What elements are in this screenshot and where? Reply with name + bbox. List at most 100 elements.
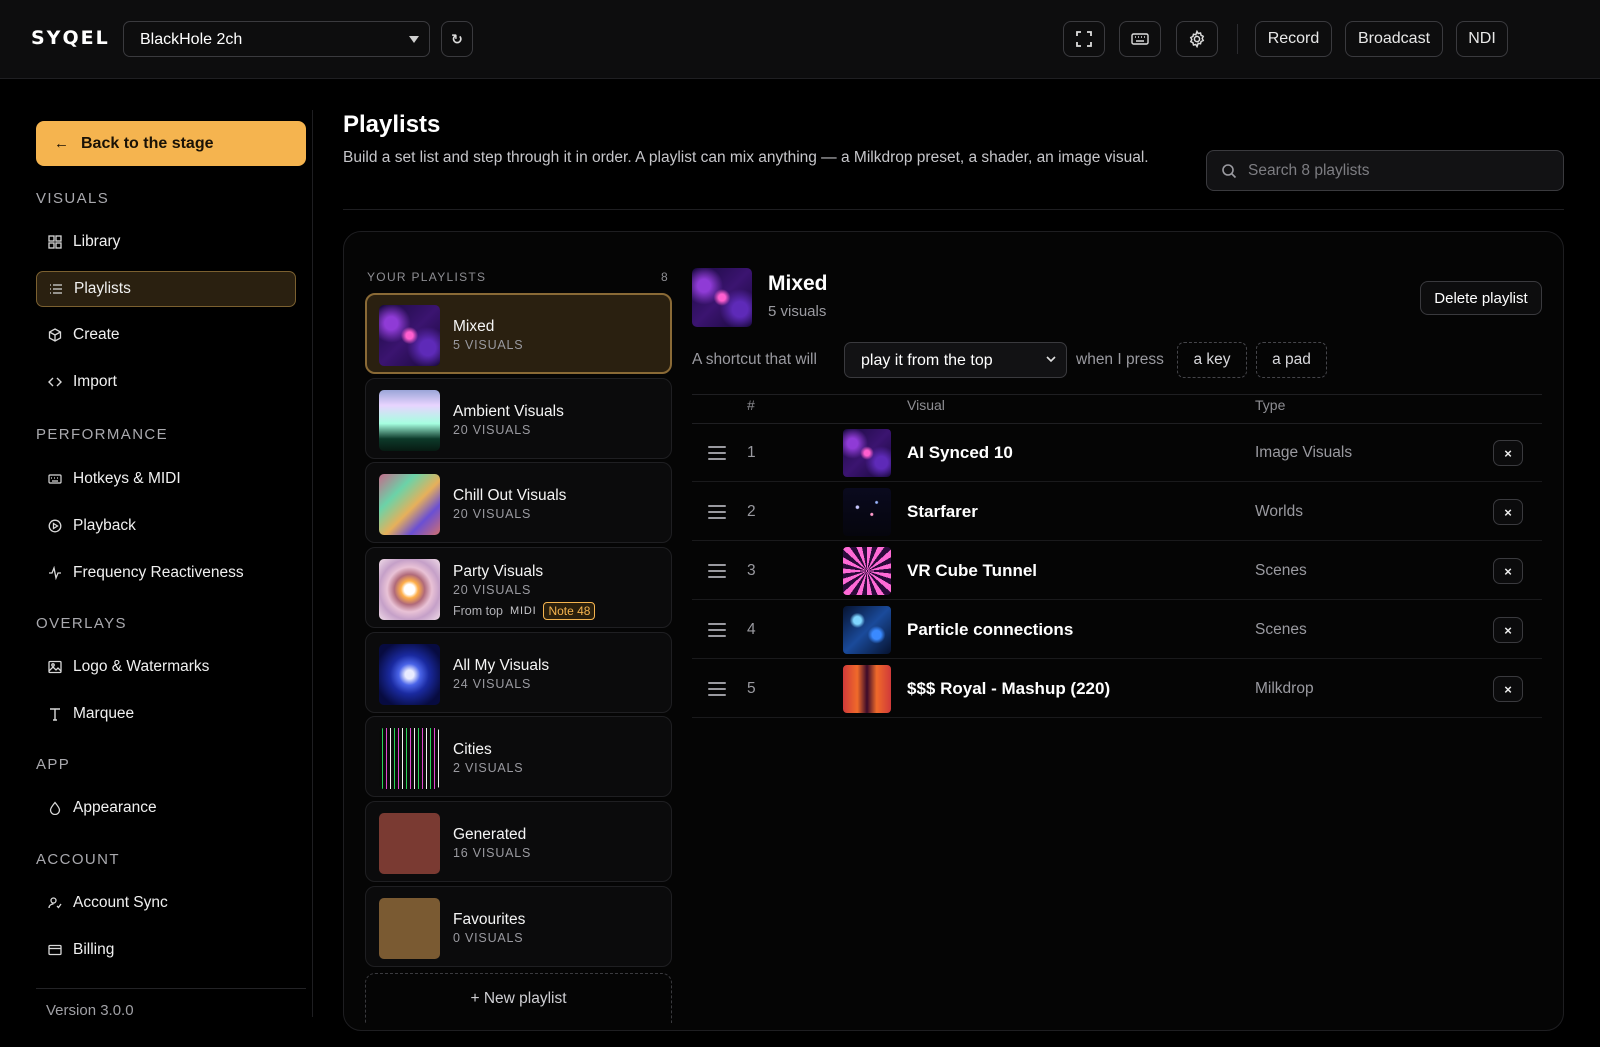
fullscreen-icon [1076, 31, 1092, 47]
playlist-name: Mixed [453, 318, 495, 335]
playlist-search[interactable] [1206, 150, 1564, 191]
fullscreen-button[interactable] [1063, 21, 1105, 57]
sidebar-item-appearance[interactable]: Appearance [36, 790, 296, 826]
sidebar-item-playlists[interactable]: Playlists [36, 271, 296, 307]
close-icon: × [1504, 681, 1512, 697]
remove-visual-button[interactable]: × [1493, 558, 1523, 584]
drag-handle-icon[interactable] [708, 623, 726, 637]
drag-handle-icon[interactable] [708, 682, 726, 696]
drag-handle-icon[interactable] [708, 505, 726, 519]
playlist-count: 5 VISUALS [453, 338, 524, 352]
record-button[interactable]: Record [1255, 21, 1332, 57]
new-playlist-button[interactable]: + New playlist [365, 973, 672, 1023]
sidebar-item-label: Logo & Watermarks [73, 658, 210, 675]
sidebar-item-logo-watermarks[interactable]: Logo & Watermarks [36, 649, 296, 685]
playlist-card-chill-out-visuals[interactable]: Chill Out Visuals 20 VISUALS [365, 462, 672, 543]
playlist-thumbnail [379, 813, 440, 874]
gear-icon [1189, 30, 1205, 48]
assign-key-button[interactable]: a key [1177, 342, 1247, 378]
sidebar-item-label: Marquee [73, 705, 135, 722]
sidebar-item-label: Appearance [73, 799, 157, 816]
settings-button[interactable] [1176, 21, 1218, 57]
close-icon: × [1504, 622, 1512, 638]
keyboard-icon [48, 472, 62, 486]
delete-playlist-button[interactable]: Delete playlist [1420, 281, 1542, 315]
drag-handle-icon[interactable] [708, 564, 726, 578]
column-header-number: # [747, 397, 755, 413]
refresh-icon: ↻ [451, 30, 463, 47]
keyboard-button[interactable] [1119, 21, 1161, 57]
sidebar-item-frequency-reactiveness[interactable]: Frequency Reactiveness [36, 555, 296, 591]
sidebar-item-label: Create [73, 326, 120, 343]
shortcut-middle-label: when I press [1076, 351, 1164, 368]
playlist-card-cities[interactable]: Cities 2 VISUALS [365, 716, 672, 797]
sidebar-item-billing[interactable]: Billing [36, 932, 296, 968]
assign-pad-button[interactable]: a pad [1256, 342, 1327, 378]
keyboard-icon [1131, 33, 1149, 45]
sidebar-item-label: Playback [73, 517, 136, 534]
shortcut-mode: From top [453, 604, 504, 618]
playlist-shortcut-meta: From top MIDI Note 48 [453, 602, 596, 620]
playlist-card-generated[interactable]: Generated 16 VISUALS [365, 801, 672, 882]
playlist-thumbnail [379, 728, 440, 789]
row-number: 5 [747, 680, 756, 697]
playlist-card-favourites[interactable]: Favourites 0 VISUALS [365, 886, 672, 967]
playlist-count: 16 VISUALS [453, 846, 532, 860]
playlist-card-all-my-visuals[interactable]: All My Visuals 24 VISUALS [365, 632, 672, 713]
sidebar-item-playback[interactable]: Playback [36, 508, 296, 544]
playlist-card-mixed[interactable]: Mixed 5 VISUALS [365, 293, 672, 374]
back-to-stage-button[interactable]: ← Back to the stage [36, 121, 306, 166]
table-top-divider [692, 394, 1542, 395]
sidebar-item-hotkeys-midi[interactable]: Hotkeys & MIDI [36, 461, 296, 497]
drag-handle-icon[interactable] [708, 446, 726, 460]
close-icon: × [1504, 504, 1512, 520]
sidebar-item-create[interactable]: Create [36, 317, 296, 353]
ndi-button[interactable]: NDI [1456, 21, 1508, 57]
visual-thumbnail [843, 665, 891, 713]
image-icon [48, 660, 62, 674]
playlist-count: 0 VISUALS [453, 931, 524, 945]
audio-device-select[interactable]: BlackHole 2ch [123, 21, 430, 57]
playlist-count: 20 VISUALS [453, 423, 532, 437]
playlists-count: 8 [661, 270, 668, 284]
playlist-thumbnail [379, 559, 440, 620]
remove-visual-button[interactable]: × [1493, 676, 1523, 702]
refresh-button[interactable]: ↻ [441, 21, 473, 57]
sidebar-item-label: Account Sync [73, 894, 168, 911]
chevron-down-icon [409, 36, 419, 43]
sidebar-divider [312, 110, 313, 1017]
table-row: 1 AI Synced 10 Image Visuals × [692, 424, 1542, 482]
playlist-name: All My Visuals [453, 657, 550, 674]
sidebar-item-account-sync[interactable]: Account Sync [36, 885, 296, 921]
section-label-overlays: OVERLAYS [36, 615, 127, 632]
close-icon: × [1504, 445, 1512, 461]
sidebar-item-import[interactable]: Import [36, 364, 296, 400]
shortcut-prefix-label: A shortcut that will [692, 351, 817, 368]
shortcut-action-select[interactable]: play it from the top [844, 342, 1067, 378]
audio-device-value: BlackHole 2ch [140, 31, 243, 48]
visual-thumbnail [843, 488, 891, 536]
visual-thumbnail [843, 429, 891, 477]
remove-visual-button[interactable]: × [1493, 440, 1523, 466]
visual-name: Particle connections [907, 620, 1074, 639]
remove-visual-button[interactable]: × [1493, 617, 1523, 643]
sidebar-item-marquee[interactable]: Marquee [36, 696, 296, 732]
playlist-card-ambient-visuals[interactable]: Ambient Visuals 20 VISUALS [365, 378, 672, 459]
shortcut-action-value: play it from the top [861, 352, 993, 369]
table-row: 4 Particle connections Scenes × [692, 601, 1542, 659]
visual-name: VR Cube Tunnel [907, 561, 1038, 580]
remove-visual-button[interactable]: × [1493, 499, 1523, 525]
section-label-account: ACCOUNT [36, 851, 120, 868]
play-circle-icon [48, 519, 62, 533]
sidebar-item-library[interactable]: Library [36, 224, 296, 260]
app-version: Version 3.0.0 [46, 1002, 134, 1019]
playlist-card-party-visuals[interactable]: Party Visuals 20 VISUALS From top MIDI N… [365, 547, 672, 628]
playlist-name: Chill Out Visuals [453, 487, 567, 504]
shortcut-note-badge: Note 48 [543, 602, 596, 620]
playlist-thumbnail [379, 390, 440, 451]
broadcast-button[interactable]: Broadcast [1345, 21, 1443, 57]
playlist-detail-thumbnail [692, 268, 752, 327]
section-label-visuals: VISUALS [36, 190, 110, 207]
column-header-type: Type [1255, 397, 1286, 413]
search-input[interactable] [1248, 151, 1548, 190]
